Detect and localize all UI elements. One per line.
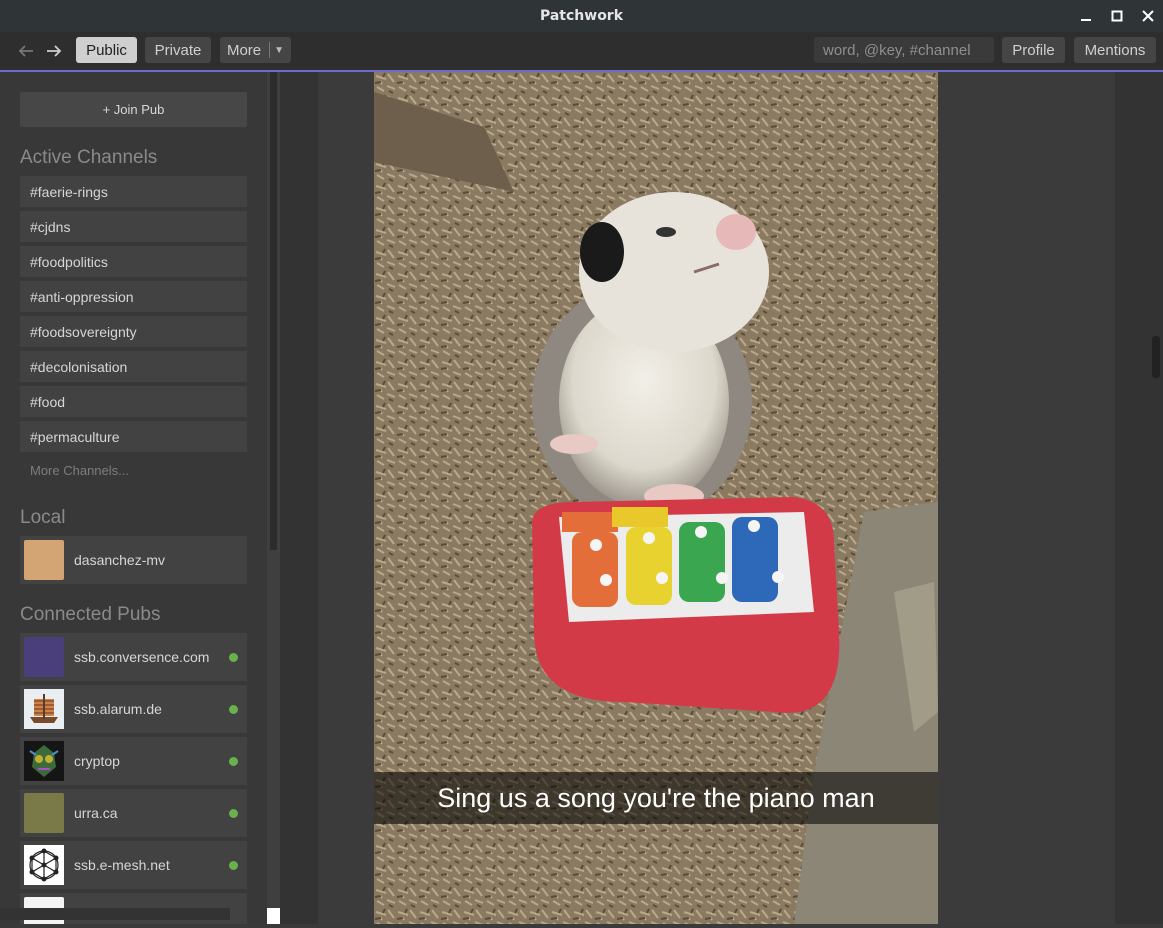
online-status-icon [229, 808, 238, 818]
local-heading: Local [20, 507, 66, 528]
online-status-icon [229, 704, 238, 714]
close-icon[interactable] [1132, 6, 1163, 26]
tab-private[interactable]: Private [145, 37, 211, 63]
tab-more-label: More [226, 41, 262, 59]
channel-item[interactable]: #decolonisation [20, 351, 247, 382]
main-feed: Sing us a song you're the piano man [280, 72, 1163, 924]
pub-item[interactable]: ssb.alarum.de [20, 685, 247, 733]
back-arrow-icon[interactable] [15, 40, 37, 62]
active-channels-heading: Active Channels [20, 147, 158, 168]
pub-name: ssb.alarum.de [74, 701, 162, 717]
chevron-down-icon: ▼ [274, 44, 285, 56]
local-peer-item[interactable]: dasanchez-mv [20, 536, 247, 584]
sidebar-scrollbar-thumb[interactable] [270, 72, 277, 550]
minimize-icon[interactable] [1070, 6, 1101, 26]
join-pub-button[interactable]: + Join Pub [20, 92, 247, 127]
channel-item[interactable]: #foodsovereignty [20, 316, 247, 347]
pub-name: ssb.e-mesh.net [74, 857, 170, 873]
scrollbar-corner [267, 908, 280, 924]
forward-arrow-icon[interactable] [43, 40, 65, 62]
sidebar: + Join Pub Active Channels #faerie-rings… [0, 72, 280, 924]
post-image[interactable]: Sing us a song you're the piano man [374, 72, 938, 924]
pub-item[interactable]: cryptop [20, 737, 247, 785]
channel-item[interactable]: #anti-oppression [20, 281, 247, 312]
connected-pubs-heading: Connected Pubs [20, 604, 161, 625]
online-status-icon [229, 860, 238, 870]
online-status-icon [229, 756, 238, 766]
image-caption: Sing us a song you're the piano man [437, 782, 875, 813]
peer-name: dasanchez-mv [74, 552, 166, 568]
channel-item[interactable]: #faerie-rings [20, 176, 247, 207]
main-scrollbar-thumb[interactable] [1152, 336, 1160, 378]
horizontal-scrollbar[interactable] [0, 908, 230, 920]
pub-item[interactable]: ssb.conversence.com [20, 633, 247, 681]
tab-public[interactable]: Public [76, 37, 137, 63]
avatar [24, 845, 64, 885]
search-input[interactable] [814, 37, 994, 63]
tab-more[interactable]: More ▼ [220, 37, 291, 63]
divider [269, 42, 271, 58]
window-title: Patchwork [539, 8, 624, 24]
avatar [24, 689, 64, 729]
avatar [24, 793, 64, 833]
channel-item[interactable]: #cjdns [20, 211, 247, 242]
pub-item[interactable]: urra.ca [20, 789, 247, 837]
pub-name: ssb.conversence.com [74, 649, 210, 665]
pub-name: urra.ca [74, 805, 118, 821]
avatar [24, 540, 64, 580]
maximize-icon[interactable] [1101, 6, 1132, 26]
channel-item[interactable]: #permaculture [20, 421, 247, 452]
more-channels-link[interactable]: More Channels... [30, 463, 129, 478]
channel-item[interactable]: #food [20, 386, 247, 417]
avatar [24, 741, 64, 781]
profile-button[interactable]: Profile [1002, 37, 1065, 63]
window-titlebar: Patchwork [0, 0, 1163, 32]
avatar [24, 637, 64, 677]
online-status-icon [229, 652, 238, 662]
mentions-button[interactable]: Mentions [1074, 37, 1156, 63]
pub-name: cryptop [74, 753, 120, 769]
channel-item[interactable]: #foodpolitics [20, 246, 247, 277]
pub-item[interactable]: ssb.e-mesh.net [20, 841, 247, 889]
feed-column: Sing us a song you're the piano man [318, 72, 1115, 924]
window-controls [1070, 6, 1163, 26]
top-nav: Public Private More ▼ Profile Mentions [0, 32, 1163, 72]
